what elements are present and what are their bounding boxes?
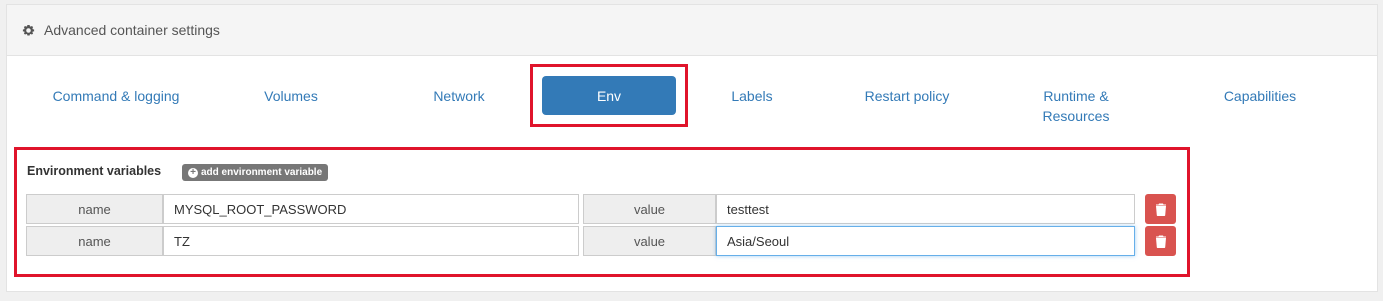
env-name-input[interactable]: TZ: [163, 226, 579, 256]
remove-env-button[interactable]: [1145, 194, 1176, 224]
tab-volumes[interactable]: Volumes: [245, 86, 337, 106]
value-addon: value: [583, 226, 716, 256]
add-environment-variable-button[interactable]: + add environment variable: [182, 164, 329, 181]
env-value-input[interactable]: Asia/Seoul: [716, 226, 1135, 256]
remove-env-button[interactable]: [1145, 226, 1176, 256]
panel-title: Advanced container settings: [44, 22, 220, 38]
name-addon: name: [26, 226, 163, 256]
trash-icon: [1155, 235, 1166, 248]
tab-runtime-resources[interactable]: Runtime & Resources: [1028, 86, 1124, 126]
value-addon: value: [583, 194, 716, 224]
tab-command-logging[interactable]: Command & logging: [36, 86, 196, 106]
tab-network[interactable]: Network: [414, 86, 504, 106]
env-name-input[interactable]: MYSQL_ROOT_PASSWORD: [163, 194, 579, 224]
tab-capabilities[interactable]: Capabilities: [1200, 86, 1320, 106]
env-section-label: Environment variables: [27, 164, 162, 178]
env-value-input[interactable]: testtest: [716, 194, 1135, 224]
trash-icon: [1155, 203, 1166, 216]
panel-header: Advanced container settings: [7, 5, 1377, 56]
gear-icon: [22, 24, 35, 37]
tab-labels[interactable]: Labels: [712, 86, 792, 106]
env-tab-highlight: [530, 64, 688, 127]
tab-restart-policy[interactable]: Restart policy: [842, 86, 972, 106]
name-addon: name: [26, 194, 163, 224]
plus-circle-icon: +: [188, 167, 198, 178]
